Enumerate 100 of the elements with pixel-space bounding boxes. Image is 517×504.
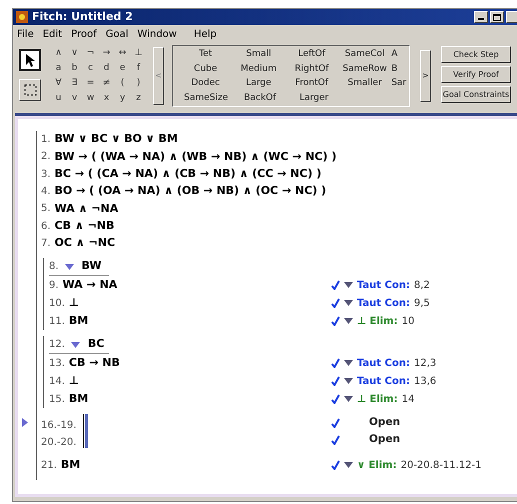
symbol-key[interactable]: f [133, 61, 144, 75]
menu-item[interactable]: Edit [42, 26, 62, 42]
rule-name[interactable]: ⊥ Elim: [357, 314, 398, 329]
pointer-tool[interactable] [19, 49, 41, 71]
rule-name[interactable]: ⊥ Elim: [357, 392, 398, 407]
symbol-key[interactable]: a [53, 61, 64, 75]
symbol-key[interactable]: c [85, 61, 96, 75]
formula[interactable]: BM [60, 456, 80, 474]
menu-item[interactable]: Proof [71, 26, 97, 42]
toolbar-button[interactable]: Goal Constraints [441, 86, 511, 103]
symbol-key[interactable]: ( [117, 76, 128, 90]
citation[interactable]: 13,6 [414, 374, 436, 389]
rule-name[interactable]: Taut Con: [357, 374, 410, 389]
collapsed-subproof-icon[interactable] [83, 431, 88, 448]
symbol-key[interactable]: ≠ [101, 76, 112, 90]
predicate-key[interactable]: SameSize [179, 90, 233, 105]
formula[interactable]: BW → ( (WA → NA) ∧ (WB → NB) ∧ (WC → NC) ) [54, 148, 336, 166]
rule-name[interactable]: Taut Con: [357, 296, 410, 311]
rule-name[interactable]: Taut Con: [357, 356, 410, 371]
line-number: 7. [41, 236, 51, 251]
predicate-key[interactable]: Sar [391, 76, 409, 90]
predicate-key[interactable]: Medium [232, 62, 286, 76]
citation[interactable]: 20-20.8-11.12-1 [400, 458, 482, 473]
formula[interactable]: BO → ( (OA → NA) ∧ (OB → NB) ∧ (OC → NC) ) [54, 183, 326, 200]
predicate-key[interactable]: Cube [179, 62, 232, 76]
predicate-key[interactable]: SameCol [338, 47, 392, 62]
line-number: 12. [49, 338, 65, 352]
formula[interactable]: WA → NA [62, 276, 118, 294]
symbol-key[interactable]: b [69, 61, 80, 75]
dropdown-triangle-icon[interactable] [344, 318, 353, 324]
scroll-right-button[interactable]: > [420, 50, 431, 102]
formula[interactable]: BW ∨ BC ∨ BO ∨ BM [54, 131, 178, 148]
symbol-key[interactable]: e [117, 61, 128, 75]
menu-item[interactable]: Window [137, 26, 177, 42]
selection-tool[interactable] [19, 79, 41, 101]
dropdown-triangle-icon[interactable] [344, 378, 353, 384]
rule-name[interactable]: Taut Con: [357, 278, 410, 293]
symbol-key[interactable]: v [69, 91, 80, 105]
predicate-key[interactable]: RightOf [285, 62, 338, 76]
dropdown-triangle-icon[interactable] [344, 396, 353, 402]
citation[interactable]: 12,3 [414, 356, 436, 371]
predicate-key[interactable]: Small [232, 47, 286, 62]
menu-item[interactable]: Goal [106, 26, 128, 42]
minimize-button[interactable] [474, 11, 488, 23]
formula[interactable]: BW [82, 258, 102, 275]
dropdown-triangle-icon[interactable] [344, 462, 353, 468]
predicate-key[interactable]: Dodec [179, 76, 232, 90]
dropdown-triangle-icon[interactable] [344, 360, 353, 366]
predicate-key[interactable]: B [391, 62, 409, 76]
symbol-key[interactable]: y [117, 91, 128, 105]
predicate-key[interactable]: A [391, 47, 409, 62]
symbol-key[interactable]: x [101, 91, 112, 105]
rule-name[interactable]: ∨ Elim: [357, 458, 397, 473]
predicate-key[interactable]: FrontOf [285, 76, 338, 90]
citation[interactable]: 10 [402, 314, 414, 329]
predicate-key[interactable]: LeftOf [285, 47, 338, 62]
dropdown-triangle-icon[interactable] [64, 264, 74, 270]
symbol-key[interactable]: ∀ [53, 76, 64, 90]
formula[interactable]: BM [68, 312, 88, 330]
predicate-key[interactable]: Larger [287, 90, 341, 105]
symbol-key[interactable]: ∨ [69, 46, 80, 60]
window-title: Fitch: Untitled 2 [32, 8, 133, 25]
symbol-key[interactable]: ∃ [69, 76, 80, 90]
citation[interactable]: 9,5 [414, 296, 430, 311]
toolbar-button[interactable]: Check Step [441, 46, 511, 63]
predicate-key[interactable]: Smaller [338, 76, 392, 90]
formula[interactable]: CB ∧ ¬NB [54, 218, 114, 234]
menu-item[interactable]: File [17, 26, 34, 42]
formula[interactable]: BC [88, 336, 104, 353]
dropdown-triangle-icon[interactable] [70, 342, 80, 348]
formula[interactable]: CB → NB [68, 354, 120, 372]
symbol-key[interactable]: ↔ [117, 46, 128, 60]
symbol-key[interactable]: ) [133, 76, 144, 90]
symbol-key[interactable]: ⊥ [133, 46, 144, 60]
collapsed-subproof-icon[interactable] [83, 414, 88, 432]
symbol-key[interactable]: ∧ [53, 46, 64, 60]
symbol-key[interactable]: = [85, 76, 96, 90]
dropdown-triangle-icon[interactable] [344, 282, 353, 288]
predicate-key[interactable]: Tet [179, 47, 232, 62]
symbol-key[interactable]: d [101, 61, 112, 75]
formula[interactable]: OC ∧ ¬NC [54, 235, 116, 252]
symbol-key[interactable]: z [133, 91, 144, 105]
formula[interactable]: BM [68, 390, 88, 408]
dropdown-triangle-icon[interactable] [344, 300, 353, 306]
symbol-key[interactable]: w [85, 91, 96, 105]
predicate-key[interactable]: SameRow [338, 62, 392, 76]
formula[interactable]: ⊥ [68, 294, 79, 312]
menu-item[interactable]: Help [194, 26, 217, 42]
formula[interactable]: WA ∧ ¬NA [54, 200, 118, 218]
formula[interactable]: ⊥ [68, 372, 79, 390]
symbol-key[interactable]: → [101, 46, 112, 60]
predicate-key[interactable]: Large [232, 76, 286, 90]
citation[interactable]: 8,2 [414, 278, 430, 293]
toolbar-button[interactable]: Verify Proof [441, 66, 511, 83]
formula[interactable]: BC → ( (CA → NA) ∧ (CB → NB) ∧ (CC → NC) ) [54, 166, 322, 182]
symbol-key[interactable]: ¬ [85, 46, 96, 60]
citation[interactable]: 14 [402, 392, 414, 407]
predicate-key[interactable]: BackOf [233, 90, 287, 105]
maximize-button[interactable] [490, 11, 504, 23]
symbol-key[interactable]: u [53, 91, 64, 105]
